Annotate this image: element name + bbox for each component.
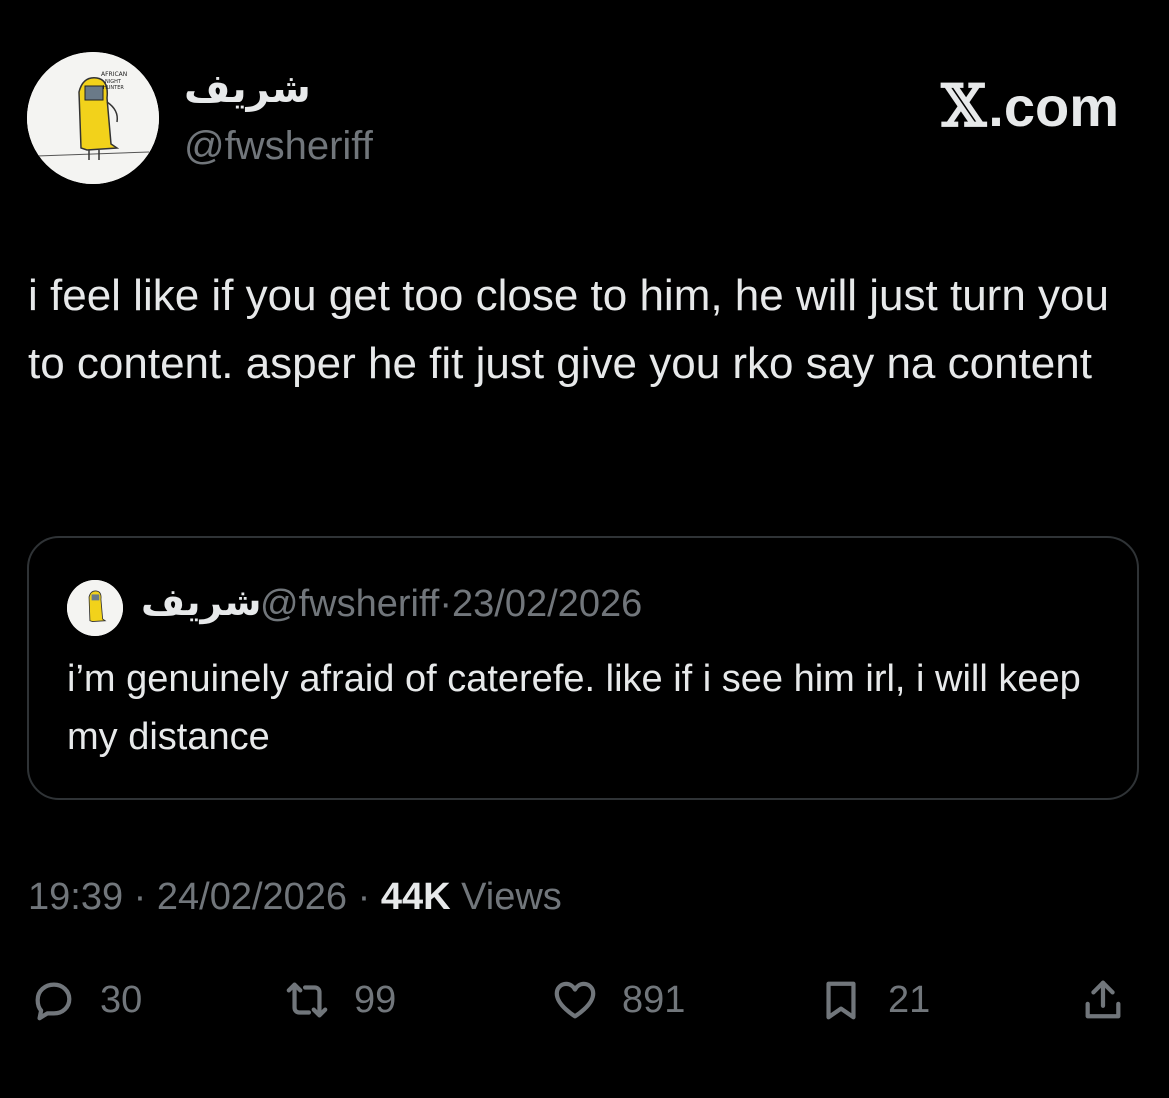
tweet-meta: 19:39 · 24/02/2026 · 44K Views	[28, 876, 562, 919]
repost-icon	[286, 982, 328, 1018]
like-count: 891	[622, 978, 686, 1021]
author-handle[interactable]: @fwsheriff	[184, 124, 373, 169]
like-icon	[554, 981, 596, 1019]
quoted-avatar-illustration	[67, 580, 123, 636]
meta-separator: ·	[357, 876, 371, 918]
views-label: Views	[461, 876, 562, 918]
repost-button[interactable]: 99	[284, 970, 396, 1030]
author-display-name[interactable]: شريف	[184, 66, 311, 112]
brand-suffix: .com	[988, 75, 1119, 138]
quoted-tweet-body: i’m genuinely afraid of caterefe. like i…	[67, 658, 1081, 758]
svg-text:AFRICAN: AFRICAN	[101, 71, 127, 78]
repost-count: 99	[354, 978, 397, 1021]
author-avatar[interactable]: AFRICAN NIGHT HUNTER	[27, 52, 159, 184]
tweet-date: 24/02/2026	[156, 876, 348, 918]
share-icon	[1085, 980, 1121, 1019]
reply-button[interactable]: 30	[30, 970, 142, 1030]
quoted-date: 23/02/2026	[452, 583, 643, 625]
svg-text:HUNTER: HUNTER	[103, 85, 124, 91]
quoted-handle: @fwsheriff	[260, 583, 440, 625]
x-logo-icon: 𝕏	[941, 72, 987, 140]
avatar-illustration: AFRICAN NIGHT HUNTER	[27, 52, 159, 184]
brand-logo: 𝕏 .com	[941, 72, 1119, 140]
quoted-separator: ·	[439, 583, 453, 625]
quoted-display-name: شريف	[141, 582, 262, 624]
bookmark-button[interactable]: 21	[818, 970, 930, 1030]
views-count: 44K	[380, 876, 451, 918]
reply-count: 30	[100, 978, 143, 1021]
bookmark-count: 21	[888, 978, 931, 1021]
tweet-time: 19:39	[28, 876, 124, 918]
bookmark-icon	[826, 981, 856, 1020]
reply-icon	[35, 982, 72, 1021]
like-button[interactable]: 891	[552, 970, 685, 1030]
quoted-author-avatar	[67, 580, 123, 636]
share-button[interactable]	[1080, 970, 1126, 1030]
quoted-meta: @fwsheriff·23/02/2026	[260, 583, 642, 626]
meta-separator: ·	[133, 876, 147, 918]
tweet-body: i feel like if you get too close to him,…	[28, 271, 1109, 388]
